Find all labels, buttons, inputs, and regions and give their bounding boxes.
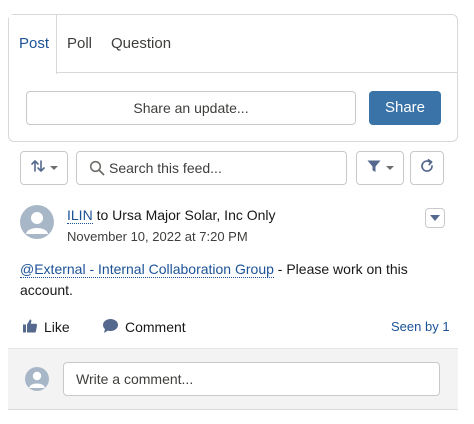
post-actions-menu[interactable] [425, 208, 445, 228]
avatar[interactable] [20, 205, 54, 239]
refresh-button[interactable] [410, 151, 444, 185]
post-header: ILIN to Ursa Major Solar, Inc Only [67, 207, 276, 224]
tab-question[interactable]: Question [101, 15, 181, 73]
comment-label: Comment [125, 319, 186, 335]
comment-button[interactable]: Comment [102, 318, 186, 336]
share-update-input[interactable]: Share an update... [26, 91, 356, 125]
share-button[interactable]: Share [369, 91, 441, 125]
post-timestamp[interactable]: November 10, 2022 at 7:20 PM [67, 229, 248, 244]
sort-button[interactable] [20, 151, 68, 185]
feed-search[interactable] [76, 151, 347, 185]
publisher-card: Post Poll Question Share an update... Sh… [8, 14, 458, 142]
like-label: Like [44, 319, 70, 335]
like-button[interactable]: Like [22, 318, 70, 336]
filter-icon [366, 158, 382, 179]
search-icon [89, 160, 105, 181]
chevron-down-icon [386, 166, 394, 170]
publisher-tabs: Post Poll Question [9, 15, 457, 74]
tab-post[interactable]: Post [9, 15, 57, 74]
post-body: @External - Internal Collaboration Group… [20, 259, 440, 301]
speech-bubble-icon [102, 318, 119, 337]
comment-input[interactable] [76, 364, 431, 394]
post-audience: to Ursa Major Solar, Inc Only [92, 207, 276, 223]
sort-arrows-icon [30, 158, 46, 179]
thumbs-up-icon [22, 318, 38, 337]
comment-field[interactable] [63, 362, 440, 396]
avatar [25, 367, 49, 391]
user-icon [29, 371, 45, 388]
tab-poll[interactable]: Poll [57, 15, 102, 73]
chevron-down-icon [50, 166, 58, 170]
filter-button[interactable] [356, 151, 404, 185]
chevron-down-icon [430, 215, 440, 221]
mention-link[interactable]: @External - Internal Collaboration Group [20, 261, 274, 278]
search-input[interactable] [109, 153, 339, 183]
seen-by-link[interactable]: Seen by 1 [391, 319, 450, 334]
user-icon [26, 212, 48, 234]
author-link[interactable]: ILIN [67, 207, 93, 224]
refresh-icon [419, 158, 435, 179]
